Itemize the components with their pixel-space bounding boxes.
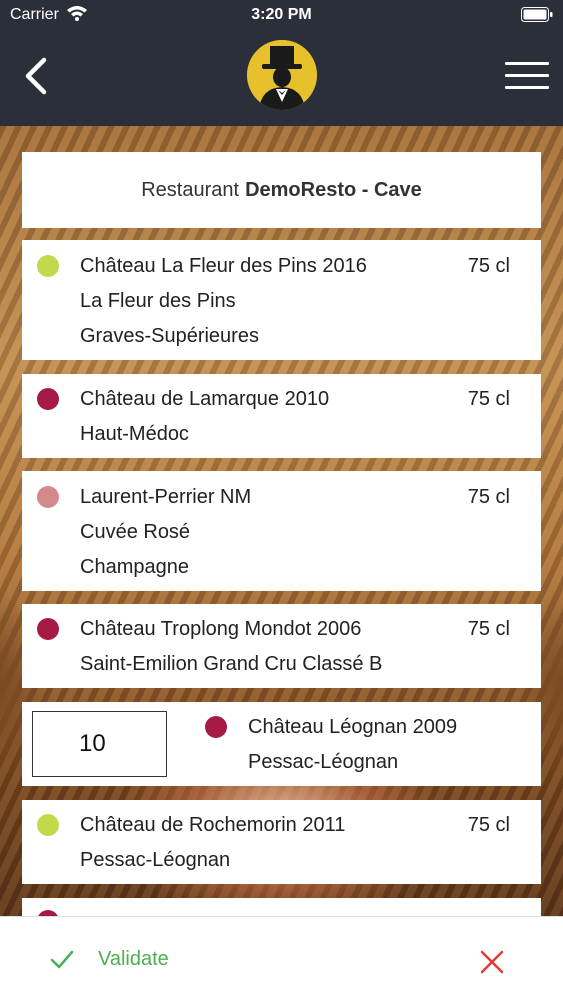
wine-card-selected[interactable]: 10 Château Léognan 2009 Pessac-Léognan [22,702,541,786]
butler-top-hat-icon [247,40,317,110]
wine-card[interactable]: Château Troplong Mondot 2006 Saint-Emili… [22,604,541,688]
wine-volume: 75 cl [467,618,510,640]
status-time: 3:20 PM [251,6,312,23]
validate-label: Validate [98,947,169,970]
wine-name: Château de Lamarque 2010 [80,388,330,410]
wine-card[interactable]: Laurent-Perrier NM Cuvée Rosé Champagne … [22,471,541,591]
restaurant-title-card: Restaurant DemoResto - Cave [22,152,541,228]
back-chevron-icon[interactable] [20,56,56,96]
wine-appellation: Graves-Supérieures [80,325,259,347]
wine-card[interactable]: Château de Lamarque 2010 Haut-Médoc 75 c… [22,374,541,458]
wine-subtitle: Cuvée Rosé [80,521,191,543]
battery-icon [521,7,553,22]
wine-color-dot [37,486,59,508]
wine-volume: 75 cl [467,388,510,410]
validate-button[interactable]: Validate [48,945,169,973]
wine-color-dot [37,255,59,277]
butler-logo [247,40,317,110]
title-prefix: Restaurant [141,178,240,201]
status-bar: Carrier 3:20 PM [0,0,563,30]
hamburger-menu-icon[interactable] [505,62,549,92]
restaurant-name: DemoResto - Cave [245,178,422,201]
wine-appellation: Saint-Emilion Grand Cru Classé B [80,653,383,675]
wine-card[interactable]: Château La Fleur des Pins 2016 La Fleur … [22,240,541,360]
quantity-input[interactable]: 10 [32,711,167,777]
wine-color-dot [205,716,227,738]
wine-color-dot [37,618,59,640]
wine-volume: 75 cl [467,814,510,836]
wine-appellation: Champagne [80,556,189,578]
wine-appellation: Pessac-Léognan [80,849,231,871]
app-header: Carrier 3:20 PM [0,0,563,126]
wine-color-dot [37,388,59,410]
wine-volume: 75 cl [467,255,510,277]
action-footer: Validate [0,916,563,1000]
wine-card[interactable]: Château de Rochemorin 2011 Pessac-Léogna… [22,800,541,884]
wine-color-dot [37,814,59,836]
wine-name: Château de Rochemorin 2011 [80,814,346,836]
wine-appellation: Haut-Médoc [80,423,189,445]
close-icon[interactable] [478,948,506,976]
wine-name: Château Léognan 2009 [248,716,458,738]
wine-volume: 75 cl [467,486,510,508]
wine-appellation: Pessac-Léognan [248,751,399,773]
wine-name: Château Troplong Mondot 2006 [80,618,362,640]
wine-subtitle: La Fleur des Pins [80,290,236,312]
wine-name: Laurent-Perrier NM [80,486,252,508]
wine-name: Château La Fleur des Pins 2016 [80,255,367,277]
check-icon [50,950,74,969]
